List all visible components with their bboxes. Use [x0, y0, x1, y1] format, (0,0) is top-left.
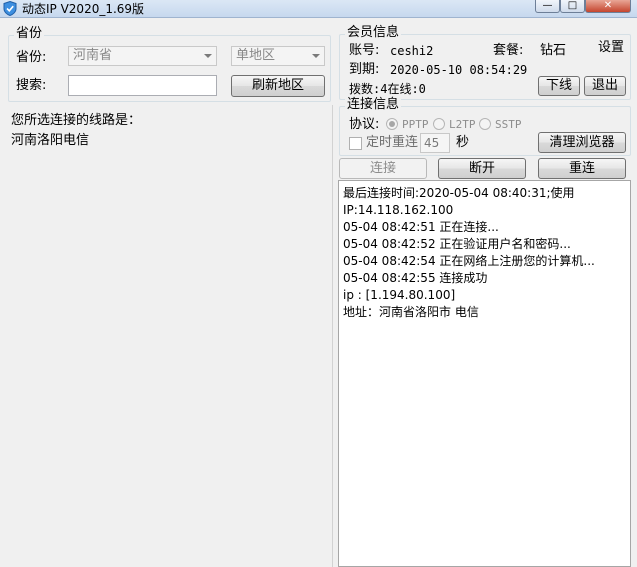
connect-button[interactable]: 连接	[339, 158, 427, 179]
disconnect-button[interactable]: 断开	[438, 158, 526, 179]
exit-button[interactable]: 退出	[584, 76, 626, 96]
province-select-value: 河南省	[73, 48, 113, 63]
settings-link[interactable]: 设置	[598, 40, 624, 56]
offline-button[interactable]: 下线	[538, 76, 580, 96]
search-label: 搜索:	[16, 78, 47, 93]
dial-count: 拨数:4在线:0	[349, 82, 426, 96]
route-name: 河南洛阳电信	[11, 133, 90, 148]
member-group-legend: 会员信息	[345, 25, 402, 40]
maximize-button[interactable]: □	[560, 0, 585, 13]
province-select[interactable]: 河南省	[68, 46, 217, 66]
seconds-label: 秒	[456, 135, 470, 150]
expiry-label: 到期:	[349, 62, 380, 77]
chevron-down-icon	[312, 54, 320, 58]
sstp-radio[interactable]	[479, 118, 491, 130]
account-label: 账号:	[349, 43, 380, 58]
timed-seconds-input[interactable]: 45	[420, 133, 450, 153]
connection-group-legend: 连接信息	[345, 97, 402, 112]
title-bar[interactable]: 动态IP V2020_1.69版 — □ ✕	[0, 0, 637, 18]
expiry-value: 2020-05-10 08:54:29	[390, 63, 528, 77]
reconnect-button[interactable]: 重连	[538, 158, 626, 179]
shield-app-icon	[3, 1, 17, 16]
minimize-button[interactable]: —	[535, 0, 560, 13]
package-value: 钻石	[540, 43, 567, 58]
connection-log[interactable]: 最后连接时间:2020-05-04 08:40:31;使用 IP:14.118.…	[338, 180, 631, 567]
close-button[interactable]: ✕	[585, 0, 631, 13]
log-line: 最后连接时间:2020-05-04 08:40:31;使用	[343, 186, 575, 200]
search-input[interactable]	[68, 75, 217, 96]
clean-browser-button[interactable]: 清理浏览器	[538, 132, 626, 153]
timed-reconnect-checkbox[interactable]	[349, 137, 362, 150]
log-line: 05-04 08:42:54 正在网络上注册您的计算机...	[343, 254, 595, 268]
log-line: 地址：河南省洛阳市 电信	[343, 305, 479, 319]
account-value: ceshi2	[390, 44, 434, 58]
log-line: 05-04 08:42:55 连接成功	[343, 271, 488, 285]
protocol-label: 协议:	[349, 117, 380, 132]
l2tp-label: L2TP	[449, 118, 476, 131]
package-label: 套餐:	[493, 43, 524, 58]
province-group-legend: 省份	[14, 26, 45, 41]
log-line: 05-04 08:42:52 正在验证用户名和密码...	[343, 237, 571, 251]
sstp-label: SSTP	[495, 118, 522, 131]
refresh-region-button[interactable]: 刷新地区	[231, 75, 325, 97]
log-line: 05-04 08:42:51 正在连接...	[343, 220, 499, 234]
l2tp-radio[interactable]	[433, 118, 445, 130]
window-title: 动态IP V2020_1.69版	[22, 2, 145, 16]
route-panel: 您所选连接的线路是： 河南洛阳电信	[4, 105, 333, 567]
pptp-label: PPTP	[402, 118, 429, 131]
pptp-radio[interactable]	[386, 118, 398, 130]
region-select-value: 单地区	[236, 48, 276, 63]
log-line: ip : [1.194.80.100]	[343, 288, 456, 302]
province-label: 省份:	[16, 50, 47, 65]
log-line: IP:14.118.162.100	[343, 203, 454, 217]
timed-reconnect-label: 定时重连	[366, 135, 419, 150]
route-heading: 您所选连接的线路是：	[11, 113, 142, 128]
chevron-down-icon	[204, 54, 212, 58]
region-select[interactable]: 单地区	[231, 46, 325, 66]
